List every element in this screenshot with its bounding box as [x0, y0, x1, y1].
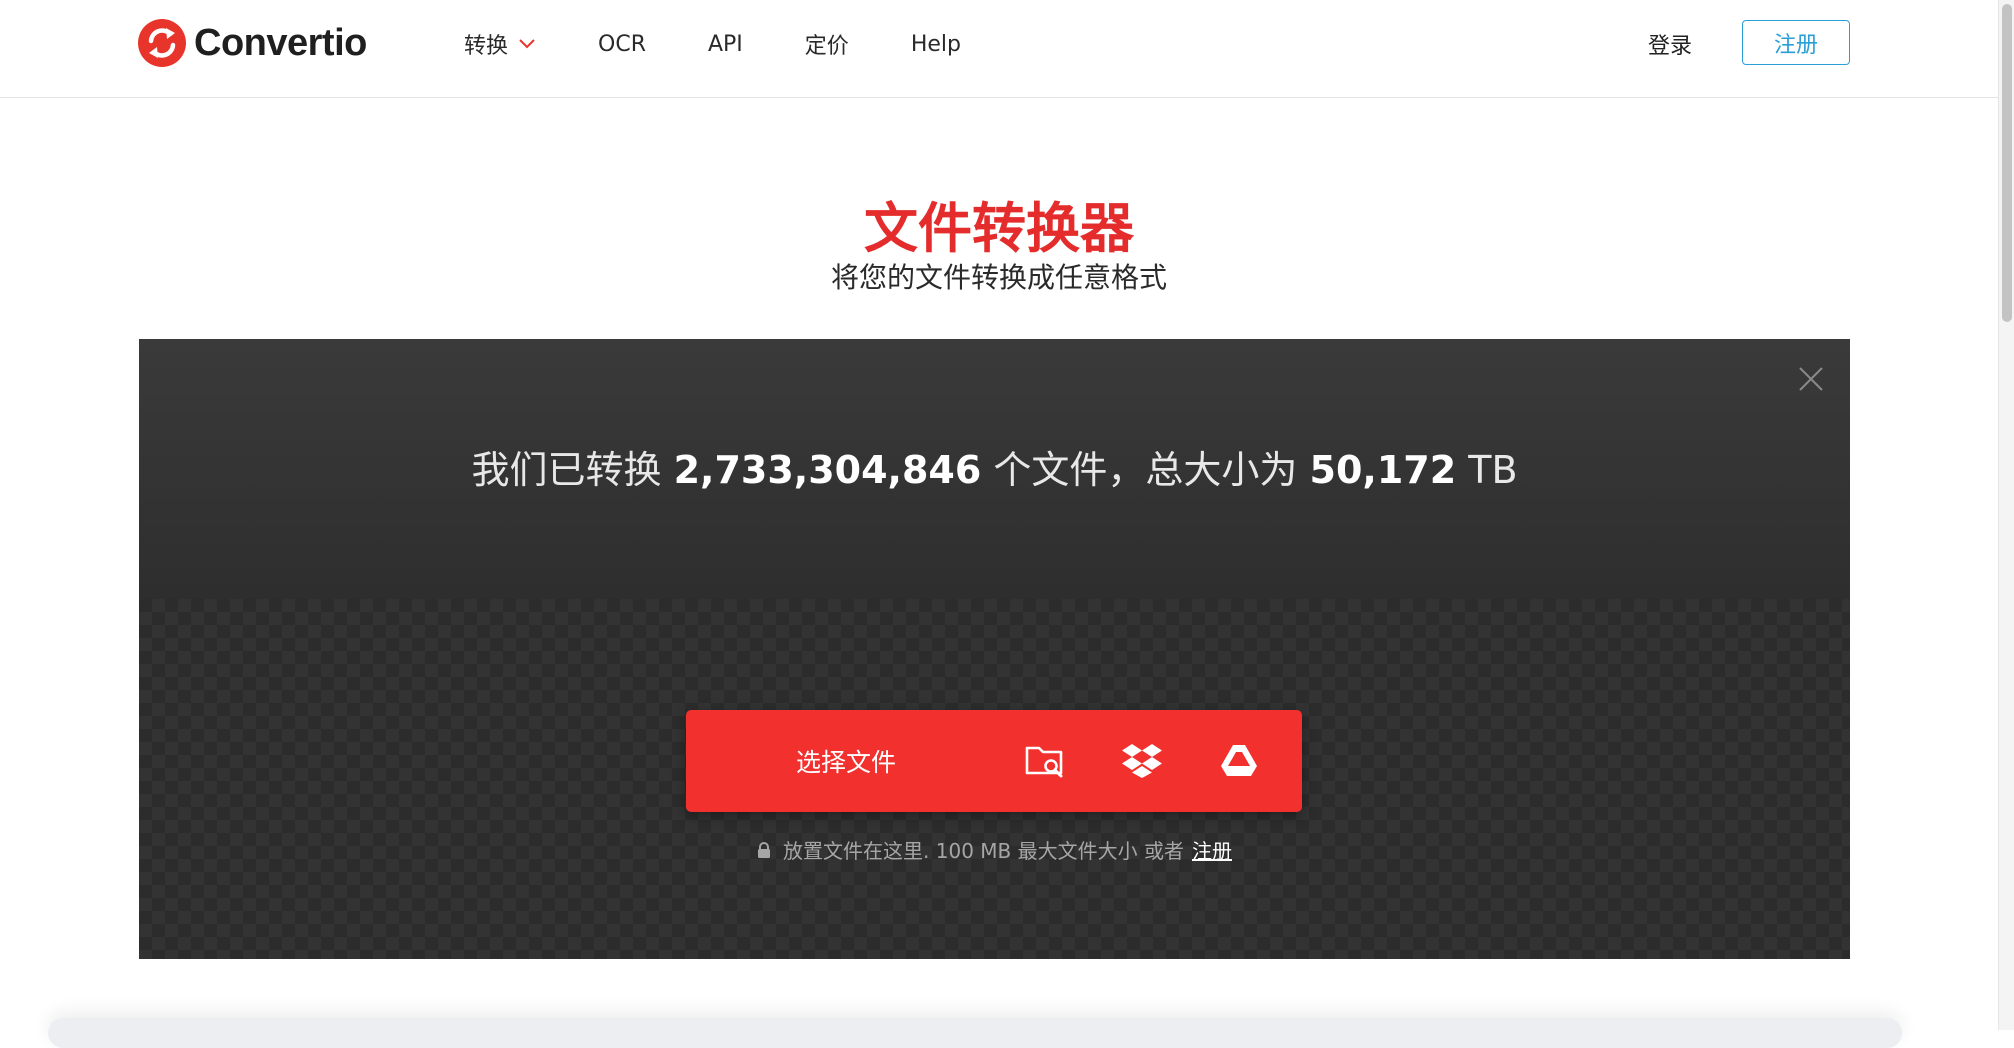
nav-ocr[interactable]: OCR — [598, 32, 646, 57]
nav-api[interactable]: API — [708, 32, 743, 57]
main-nav: 转换 OCR API 定价 Help — [464, 24, 961, 64]
site-header: Convertio 转换 OCR API 定价 Help 登录 注册 — [0, 0, 1998, 98]
from-computer-button[interactable] — [1017, 735, 1073, 787]
page-subtitle: 将您的文件转换成任意格式 — [830, 261, 1167, 294]
choose-files-button[interactable]: 选择文件 — [686, 710, 1006, 812]
lock-icon — [758, 841, 771, 858]
logo[interactable]: Convertio — [138, 18, 367, 68]
nav-convert-label: 转换 — [464, 34, 509, 59]
from-dropbox-button[interactable] — [1114, 735, 1170, 787]
next-section-card — [48, 1018, 1902, 1048]
size-unit: TB — [1468, 448, 1518, 492]
folder-search-icon — [1025, 746, 1063, 778]
files-count: 2,733,304,846 — [673, 448, 982, 492]
stats-middle: 个文件，总大小为 — [993, 448, 1298, 492]
from-google-drive-button[interactable] — [1211, 735, 1267, 787]
convertio-logo-icon — [138, 19, 186, 67]
total-size: 50,172 — [1309, 448, 1457, 492]
close-icon[interactable] — [1797, 365, 1825, 393]
dropbox-icon — [1122, 744, 1162, 778]
stats-prefix: 我们已转换 — [471, 448, 662, 492]
nav-help[interactable]: Help — [911, 32, 961, 57]
nav-pricing[interactable]: 定价 — [805, 28, 849, 60]
converter-panel: 我们已转换 2,733,304,846 个文件，总大小为 50,172 TB 选… — [139, 339, 1850, 959]
drop-register-link[interactable]: 注册 — [1192, 835, 1232, 864]
page-title: 文件转换器 — [864, 197, 1134, 260]
logo-text: Convertio — [194, 21, 367, 64]
login-link[interactable]: 登录 — [1648, 28, 1692, 60]
google-drive-icon — [1221, 745, 1257, 776]
chevron-down-icon — [519, 39, 535, 49]
page-scrollbar[interactable] — [1998, 0, 2014, 1030]
choose-files-bar: 选择文件 — [686, 710, 1302, 812]
nav-convert[interactable]: 转换 — [464, 28, 536, 60]
conversion-stats: 我们已转换 2,733,304,846 个文件，总大小为 50,172 TB — [139, 439, 1850, 494]
scrollbar-thumb[interactable] — [2002, 4, 2012, 322]
register-button[interactable]: 注册 — [1742, 20, 1850, 65]
drop-note: 放置文件在这里. 100 MB 最大文件大小 或者 注册 — [139, 835, 1850, 864]
drop-note-text: 放置文件在这里. 100 MB 最大文件大小 或者 — [783, 839, 1184, 863]
